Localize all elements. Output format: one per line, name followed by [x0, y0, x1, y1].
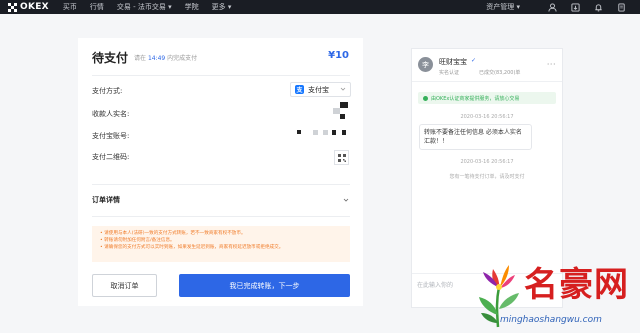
logo-text: OKEX — [20, 2, 49, 12]
download-icon[interactable] — [571, 2, 580, 12]
message-timestamp: 2020-03-16 20:56:17 — [460, 159, 514, 165]
watermark: 名豪网 minghaoshangwu.com — [470, 253, 640, 333]
divider — [92, 184, 350, 185]
document-icon[interactable] — [617, 2, 626, 12]
nav-item-trade[interactable]: 交易 - 法币交易 ▾ — [117, 2, 172, 12]
bell-icon[interactable] — [594, 3, 603, 12]
payee-name-redacted — [340, 102, 348, 108]
page-title: 待支付 — [92, 51, 129, 65]
account-label: 支付宝账号: — [92, 132, 130, 140]
shield-icon — [423, 95, 428, 101]
merchant-verified-label: 实名认证 — [439, 70, 460, 76]
alipay-icon: 支 — [295, 85, 304, 94]
nav-asset-management[interactable]: 资产管理 ▾ — [486, 2, 520, 12]
payment-notice-box: • 请使用与本人(法研)一致的支付方式转账，若不一致商家有权不放币。 • 转账请… — [92, 226, 350, 262]
payment-method-value: 支付宝 — [308, 85, 329, 94]
watermark-text: 名豪网 — [524, 265, 629, 305]
more-options-icon[interactable]: ··· — [547, 60, 556, 69]
countdown-time: 14:49 — [147, 55, 166, 62]
account-redacted — [342, 130, 346, 135]
payee-name-redacted — [333, 108, 340, 114]
notice-line: • 请确保您的支付方式可以实时到账，如果发生延迟到账，商家有权延迟放币或拒绝成交… — [100, 245, 284, 250]
order-detail-toggle[interactable]: 订单详情 — [92, 195, 120, 205]
logo[interactable]: OKEX — [8, 2, 49, 12]
security-notice: 由OKEx认证商家提供服务，请放心交易 — [418, 92, 556, 104]
verified-icon: ✓ — [471, 57, 477, 64]
account-redacted — [313, 130, 318, 135]
qr-code-icon — [337, 153, 346, 162]
account-redacted — [332, 130, 336, 135]
account-redacted — [323, 130, 328, 135]
payment-deadline: 请在 14:49 内完成支付 — [134, 55, 198, 62]
avatar: 李 — [418, 57, 433, 72]
chevron-down-icon[interactable] — [343, 197, 349, 203]
confirm-transfer-button[interactable]: 我已完成转账，下一步 — [179, 274, 350, 297]
cancel-order-button[interactable]: 取消订单 — [92, 274, 157, 297]
chat-message: 转账不要备注任何信息 必须本人实名汇款！！ — [419, 124, 532, 150]
top-nav: OKEX 买币 行情 交易 - 法币交易 ▾ 学院 更多 ▾ 资产管理 ▾ — [0, 0, 640, 14]
user-icon[interactable] — [548, 2, 557, 12]
message-timestamp: 2020-03-16 20:56:17 — [460, 114, 514, 120]
merchant-order-count: 已成交(83,200)单 — [479, 70, 521, 76]
payment-method-label: 支付方式: — [92, 87, 123, 95]
nav-item-academy[interactable]: 学院 — [185, 2, 199, 12]
notice-line: • 请使用与本人(法研)一致的支付方式转账，若不一致商家有权不放币。 — [100, 231, 246, 236]
notice-line: • 转账请勿附加任何附言/备注信息。 — [100, 238, 175, 243]
payment-method-select[interactable]: 支 支付宝 — [290, 82, 351, 97]
account-redacted — [297, 130, 301, 134]
payment-amount: ¥10 — [328, 50, 349, 61]
nav-item-buy[interactable]: 买币 — [63, 2, 77, 12]
nav-item-more[interactable]: 更多 ▾ — [212, 2, 232, 12]
divider — [92, 216, 350, 217]
nav-item-market[interactable]: 行情 — [90, 2, 104, 12]
okex-logo-icon — [8, 2, 17, 12]
watermark-url: minghaoshangwu.com — [500, 315, 602, 325]
chevron-down-icon — [340, 87, 346, 91]
payment-card: 待支付 请在 14:49 内完成支付 ¥10 支付方式: 支 支付宝 收款人实名… — [78, 38, 363, 306]
divider — [92, 75, 350, 76]
merchant-name[interactable]: 旺财宝宝 — [439, 57, 467, 67]
system-message: 您有一笔待支付订单，请及时支付 — [449, 174, 525, 180]
chat-header: 李 旺财宝宝 ✓ 实名认证 已成交(83,200)单 ··· — [412, 49, 562, 82]
payee-name-label: 收款人实名: — [92, 110, 130, 118]
payee-name-redacted — [340, 114, 345, 119]
security-notice-text: 由OKEx认证商家提供服务，请放心交易 — [431, 95, 520, 102]
qr-code-label: 支付二维码: — [92, 153, 130, 161]
qr-code-button[interactable] — [334, 150, 349, 165]
